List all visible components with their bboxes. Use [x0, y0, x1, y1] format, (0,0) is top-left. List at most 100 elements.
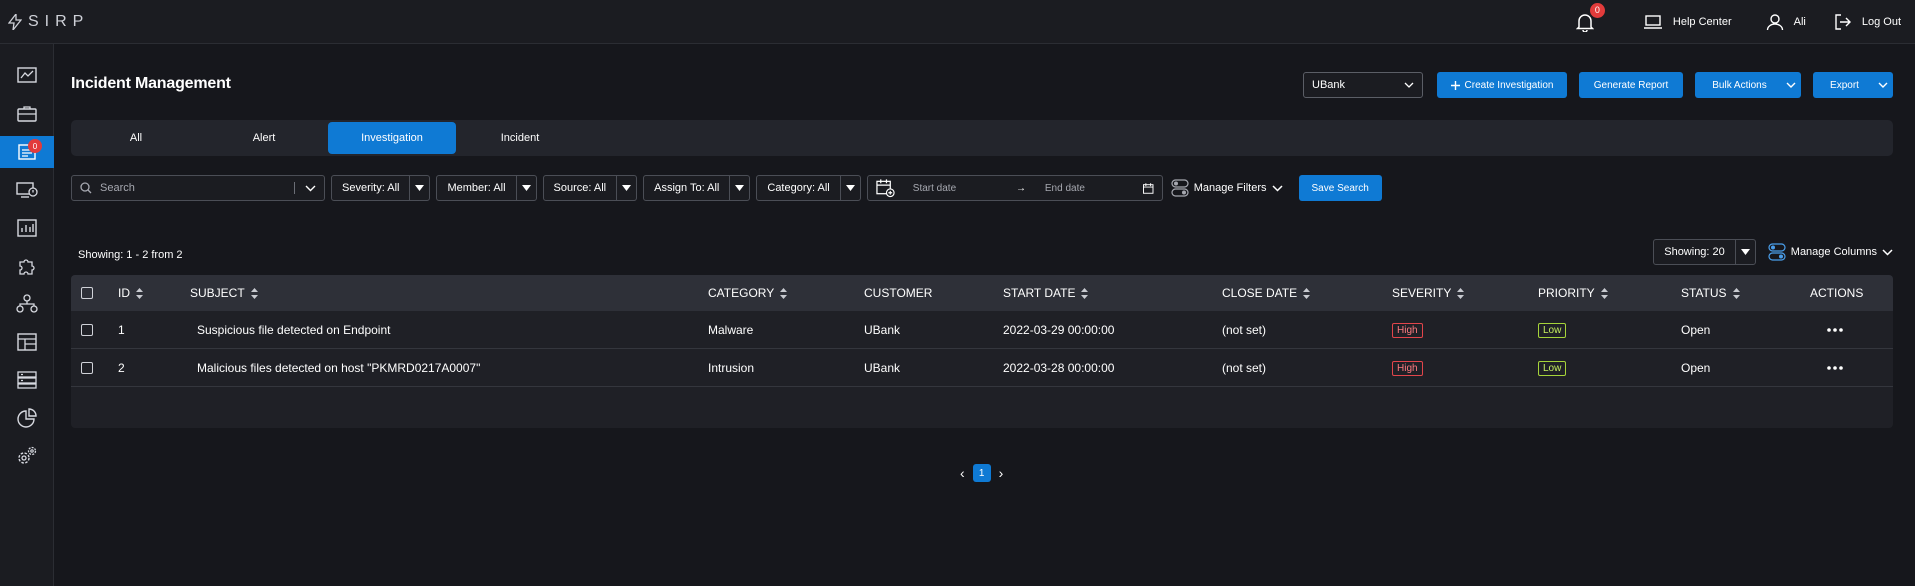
chevron-down-icon[interactable]	[305, 185, 316, 192]
sidebar-item-playbooks[interactable]	[0, 326, 54, 358]
table-header: ID SUBJECT CATEGORY CUSTOMER START DATE …	[71, 275, 1893, 311]
caret-down-icon[interactable]	[1734, 240, 1755, 264]
bulk-actions-button[interactable]: Bulk Actions	[1695, 72, 1801, 98]
end-date-input[interactable]: End date	[1045, 183, 1135, 194]
source-filter[interactable]: Source: All	[542, 175, 638, 201]
column-header-status[interactable]: STATUS	[1681, 275, 1740, 311]
manage-columns-button[interactable]: Manage Columns	[1768, 243, 1893, 261]
sidebar-incidents-badge: 0	[28, 139, 42, 153]
generate-report-button[interactable]: Generate Report	[1579, 72, 1683, 98]
filter-bar: Search Severity: All Member: All Source:…	[71, 175, 1382, 201]
sidebar-item-incidents[interactable]: 0	[0, 136, 54, 168]
table-row[interactable]: 2 Malicious files detected on host "PKMR…	[71, 349, 1893, 387]
severity-filter[interactable]: Severity: All	[331, 175, 431, 201]
save-search-button[interactable]: Save Search	[1298, 175, 1382, 201]
user-icon	[1766, 13, 1783, 30]
laptop-icon	[1643, 14, 1662, 29]
app-logo[interactable]: SIRP	[8, 13, 89, 31]
calendar-icon[interactable]	[1143, 182, 1154, 194]
sidebar-item-settings[interactable]	[0, 440, 54, 472]
chevron-down-icon	[1786, 82, 1796, 88]
column-header-actions: ACTIONS	[1810, 275, 1863, 311]
page-title: Incident Management	[71, 75, 231, 92]
page-size-label: Showing: 20	[1664, 246, 1725, 258]
search-field[interactable]: Search	[71, 175, 325, 201]
tab-incident[interactable]: Incident	[456, 122, 584, 154]
caret-down-icon[interactable]	[409, 176, 429, 200]
caret-down-icon[interactable]	[515, 176, 536, 200]
listing-controls: Showing: 20 Manage Columns	[1653, 239, 1893, 265]
row-checkbox[interactable]	[81, 311, 93, 349]
caret-down-icon[interactable]	[839, 176, 860, 200]
search-input[interactable]: Search	[100, 182, 294, 194]
results-count: Showing: 1 - 2 from 2	[78, 249, 183, 261]
sidebar-item-analytics[interactable]	[0, 402, 54, 434]
notifications-button[interactable]: 0	[1573, 2, 1605, 34]
organization-select-value: UBank	[1312, 79, 1346, 91]
column-header-priority-label: PRIORITY	[1538, 286, 1595, 300]
category-filter[interactable]: Category: All	[756, 175, 861, 201]
column-header-id[interactable]: ID	[118, 275, 143, 311]
caret-down-icon[interactable]	[729, 176, 749, 200]
prev-page-button[interactable]: ‹	[960, 465, 965, 481]
next-page-button[interactable]: ›	[999, 465, 1004, 481]
cell-subject[interactable]: Malicious files detected on host "PKMRD0…	[197, 349, 480, 387]
tab-all[interactable]: All	[72, 122, 200, 154]
table-row[interactable]: 1 Suspicious file detected on Endpoint M…	[71, 311, 1893, 349]
create-investigation-button[interactable]: Create Investigation	[1437, 72, 1567, 98]
member-filter-label: Member: All	[447, 182, 506, 194]
logout-label: Log Out	[1861, 15, 1901, 28]
column-header-subject[interactable]: SUBJECT	[190, 275, 258, 311]
column-header-category[interactable]: CATEGORY	[708, 275, 788, 311]
chevron-down-icon	[1878, 82, 1888, 88]
column-header-status-label: STATUS	[1681, 286, 1727, 300]
select-all-checkbox[interactable]	[81, 275, 93, 311]
date-range-picker[interactable]: Start date → End date	[866, 175, 1163, 201]
priority-badge: Low	[1538, 360, 1567, 376]
row-actions-menu[interactable]	[1827, 349, 1843, 387]
sidebar-item-dashboard[interactable]	[0, 60, 54, 92]
tab-investigation[interactable]: Investigation	[328, 122, 456, 154]
sidebar-item-alerts[interactable]	[0, 174, 54, 206]
dashboard-icon	[17, 67, 37, 83]
column-header-severity[interactable]: SEVERITY	[1392, 275, 1465, 311]
sidebar-item-reports[interactable]	[0, 212, 54, 244]
logout-button[interactable]: Log Out	[1834, 13, 1901, 30]
chevron-down-icon	[1882, 248, 1893, 256]
page-size-select[interactable]: Showing: 20	[1653, 239, 1756, 265]
cell-customer: UBank	[864, 361, 901, 375]
dashboard-grid-icon	[17, 333, 37, 351]
start-date-input[interactable]: Start date	[913, 183, 1008, 194]
severity-badge: High	[1392, 360, 1423, 376]
sidebar-item-cases[interactable]	[0, 98, 54, 130]
page-number-button[interactable]: 1	[972, 464, 991, 482]
cell-subject[interactable]: Suspicious file detected on Endpoint	[197, 311, 390, 349]
sort-icon	[136, 287, 143, 299]
row-checkbox[interactable]	[81, 349, 93, 387]
column-header-start-date[interactable]: START DATE	[1003, 275, 1089, 311]
sidebar-item-assets[interactable]	[0, 288, 54, 320]
severity-badge: High	[1392, 322, 1423, 338]
assign-to-filter[interactable]: Assign To: All	[643, 175, 751, 201]
row-actions-menu[interactable]	[1827, 311, 1843, 349]
manage-filters-button[interactable]: Manage Filters	[1171, 179, 1283, 197]
sidebar-item-integrations[interactable]	[0, 250, 54, 282]
source-filter-label: Source: All	[553, 182, 607, 194]
export-button[interactable]: Export	[1813, 72, 1893, 98]
user-menu[interactable]: Ali	[1766, 13, 1806, 31]
tab-alert[interactable]: Alert	[200, 122, 328, 154]
sidebar-item-vulnerabilities[interactable]	[0, 364, 54, 396]
cell-status: Open	[1681, 361, 1711, 375]
column-header-close-date[interactable]: CLOSE DATE	[1222, 275, 1311, 311]
column-header-priority[interactable]: PRIORITY	[1538, 275, 1608, 311]
help-center-link[interactable]: Help Center	[1643, 14, 1732, 30]
member-filter[interactable]: Member: All	[436, 175, 537, 201]
incidents-table: ID SUBJECT CATEGORY CUSTOMER START DATE …	[71, 275, 1893, 428]
toggle-icon	[1171, 179, 1189, 197]
organization-select[interactable]: UBank	[1303, 72, 1423, 98]
cell-severity: High	[1392, 311, 1423, 349]
bulk-actions-label: Bulk Actions	[1712, 79, 1767, 91]
chevron-down-icon	[1404, 82, 1414, 88]
sidebar: 0	[0, 44, 54, 586]
caret-down-icon[interactable]	[616, 176, 636, 200]
